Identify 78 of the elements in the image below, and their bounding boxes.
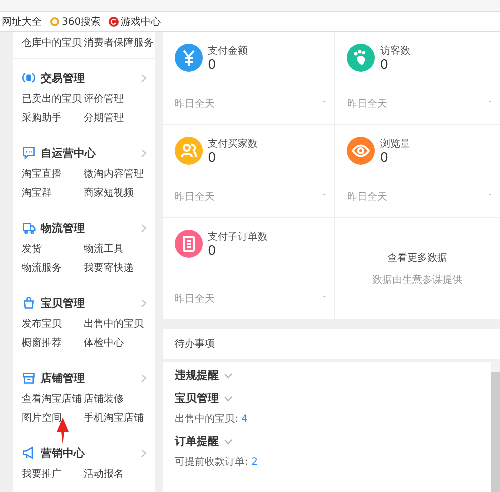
sidebar-link[interactable]: 店铺装修	[84, 394, 156, 406]
chat-icon	[22, 145, 36, 161]
stat-period: 昨日全天	[347, 98, 388, 111]
sidebar-link[interactable]: 出售中的宝贝	[84, 319, 156, 331]
chevron-right-icon	[141, 448, 147, 458]
stat-period: 昨日全天	[175, 191, 215, 204]
sidebar-link[interactable]: 查看淘宝店铺	[22, 394, 84, 406]
stat-value: 0	[380, 151, 390, 166]
section-title: 宝贝管理	[41, 296, 86, 310]
stat-period: 昨日全天	[347, 191, 388, 204]
chevron-right-icon	[141, 224, 147, 232]
stat-period: 昨日全天	[175, 98, 215, 111]
sidebar-link[interactable]: 商家短视频	[84, 188, 156, 200]
todo-line: 可提前收款订单: 2	[175, 456, 259, 469]
stat-change: -	[488, 190, 492, 202]
stat-change: -	[488, 97, 492, 109]
game-icon	[109, 16, 120, 26]
chevron-right-icon	[141, 74, 147, 82]
section-title: 交易管理	[41, 70, 86, 86]
sidebar-link[interactable]: 微淘内容管理	[84, 169, 156, 181]
more-data-link[interactable]: 查看更多数据	[388, 250, 448, 264]
section-title: 营销中心	[41, 446, 86, 460]
stat-change: -	[323, 97, 326, 109]
sidebar-link[interactable]: 评价管理	[84, 94, 156, 106]
sidebar-link[interactable]: 活动报名	[84, 469, 156, 481]
group-toggle[interactable]: 宝贝管理	[175, 391, 233, 406]
sidebar-link[interactable]: 体检中心	[84, 338, 156, 350]
sidebar-link[interactable]: 消费者保障服务	[84, 38, 156, 50]
stat-change: -	[323, 292, 326, 304]
bag-icon	[22, 295, 36, 311]
stat-value: 0	[208, 58, 218, 73]
section-title: 店铺管理	[41, 370, 86, 386]
sidebar-link[interactable]: 物流工具	[84, 244, 156, 256]
sidebar-link[interactable]: 淘宝群	[22, 188, 84, 200]
shop-icon	[22, 370, 36, 386]
sidebar-link[interactable]: 我要寄快递	[84, 263, 156, 275]
sidebar-link[interactable]: 物流服务	[22, 263, 84, 275]
chevron-right-icon	[141, 298, 147, 308]
stat-value: 0	[208, 151, 218, 166]
sidebar-link[interactable]: 我要推广	[22, 469, 84, 481]
scrollbar[interactable]	[491, 362, 500, 492]
stat-label: 访客数	[380, 44, 410, 58]
stat-period: 昨日全天	[175, 293, 215, 306]
sidebar-link[interactable]: 已卖出的宝贝	[22, 94, 84, 106]
panel-title: 待办事项	[163, 329, 500, 362]
sidebar-link[interactable]: 仓库中的宝贝	[22, 38, 84, 50]
sidebar-link[interactable]: 图片空间	[22, 413, 84, 425]
chevron-down-icon	[224, 396, 233, 402]
megaphone-icon	[22, 445, 36, 461]
group-toggle[interactable]: 违规提醒	[175, 368, 233, 383]
sidebar-link[interactable]: 橱窗推荐	[22, 338, 84, 350]
stat-value: 0	[208, 244, 218, 259]
ring-icon	[50, 16, 60, 26]
sidebar-link[interactable]: 发布宝贝	[22, 319, 84, 331]
stat-label: 浏览量	[380, 138, 410, 151]
bookmark-link[interactable]: 游戏中心	[109, 14, 162, 28]
chevron-down-icon	[224, 438, 233, 444]
section-title: 自运营中心	[41, 146, 97, 160]
data-source-text: 数据由生意参谋提供	[372, 274, 463, 286]
stat-label: 支付金额	[208, 44, 248, 58]
sidebar-link[interactable]: 发货	[22, 244, 84, 256]
chevron-right-icon	[141, 148, 147, 158]
bookmark-link[interactable]: 网址大全	[2, 14, 42, 28]
stat-change: -	[323, 190, 326, 202]
group-toggle[interactable]: 订单提醒	[175, 434, 233, 449]
sidebar-link[interactable]: 分期管理	[84, 113, 156, 125]
todo-line: 出售中的宝贝: 4	[175, 412, 249, 426]
bookmark-link[interactable]: 360搜索	[50, 14, 102, 28]
stat-value: 0	[380, 58, 390, 73]
sidebar-link[interactable]: 手机淘宝店铺	[84, 413, 156, 425]
stat-label: 支付子订单数	[208, 230, 268, 244]
section-title: 物流管理	[41, 220, 86, 236]
truck-icon	[22, 220, 36, 236]
chevron-right-icon	[141, 374, 147, 382]
sidebar-link[interactable]: 采购助手	[22, 113, 84, 125]
stat-label: 支付买家数	[208, 138, 258, 151]
sidebar-link[interactable]: 淘宝直播	[22, 169, 84, 181]
chevron-down-icon	[224, 372, 233, 378]
